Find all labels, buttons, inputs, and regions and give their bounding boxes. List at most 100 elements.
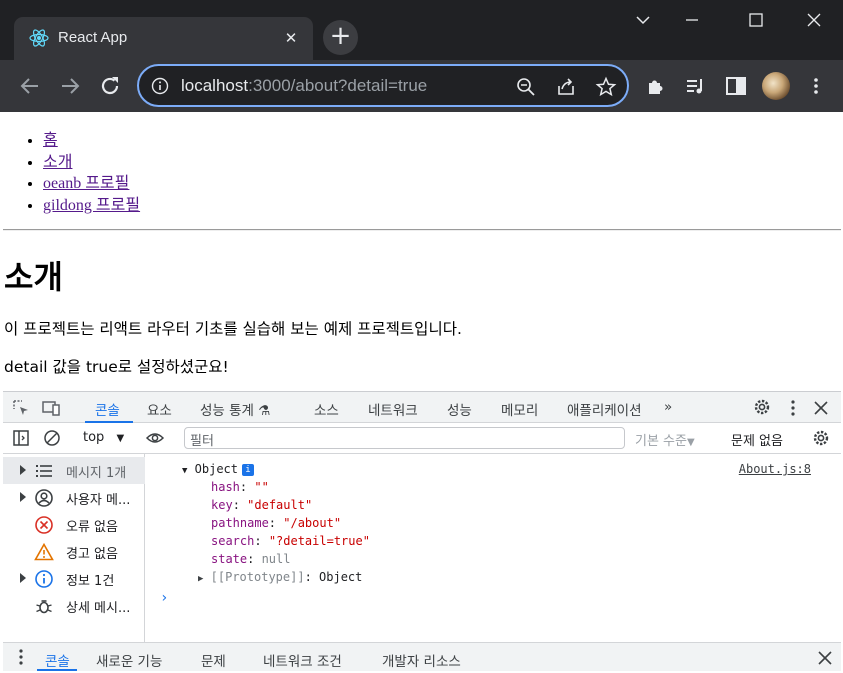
collapse-arrow-icon[interactable]: ▼	[182, 466, 187, 476]
drawer-tab-console[interactable]: 콘솔	[45, 650, 70, 670]
log-field-row: pathname: "/about"	[211, 516, 341, 530]
sidebar-item-label: 사용자 메...	[66, 493, 131, 508]
issues-button[interactable]: 문제 없음	[731, 430, 783, 449]
settings-gear-icon[interactable]	[752, 397, 772, 417]
live-expression-eye-icon[interactable]	[145, 428, 165, 448]
drawer-tab-developer-resources[interactable]: 개발자 리소스	[382, 650, 461, 670]
field-key: hash	[211, 480, 240, 494]
devtools-menu-icon[interactable]	[783, 398, 803, 418]
chevron-down-icon[interactable]	[628, 8, 658, 32]
clear-console-icon[interactable]	[42, 428, 62, 448]
field-key: search	[211, 534, 255, 548]
extensions-icon[interactable]	[644, 74, 668, 98]
media-queue-icon[interactable]	[684, 74, 708, 98]
browser-toolbar: localhost:3000/about?detail=true	[0, 60, 843, 112]
browser-titlebar: React App ✕ +	[0, 0, 843, 61]
intro-text: 이 프로젝트는 리액트 라우터 기초를 실습해 보는 예제 프로젝트입니다.	[4, 320, 462, 338]
dropdown-arrow-icon: ▼	[116, 433, 125, 444]
log-levels-select[interactable]: 기본 수준▼	[635, 430, 695, 449]
sidebar-item-verbose[interactable]: 상세 메시...	[3, 592, 145, 619]
field-key: pathname	[211, 516, 269, 530]
expand-arrow-icon[interactable]	[18, 464, 28, 476]
log-object-label: Object	[194, 462, 239, 476]
nav-link-profile-gildong[interactable]: gildong 프로필	[43, 197, 140, 214]
sidebar-item-label: 정보 1건	[66, 574, 115, 589]
context-select-value: top	[83, 430, 105, 445]
devtools-drawer-tabbar: 콘솔 새로운 기능 문제 네트워크 조건 개발자 리소스	[3, 642, 841, 671]
log-source-link[interactable]: About.js:8	[739, 462, 811, 476]
address-bar[interactable]: localhost:3000/about?detail=true	[137, 64, 629, 107]
log-field-row: key: "default"	[211, 498, 312, 512]
field-value: "/about"	[283, 516, 342, 530]
minimize-icon[interactable]	[677, 8, 707, 32]
field-value: ""	[254, 480, 269, 494]
log-field-row: hash: ""	[211, 480, 269, 494]
expand-arrow-icon[interactable]	[18, 491, 28, 503]
field-key: state	[211, 552, 248, 566]
drawer-close-icon[interactable]	[815, 648, 835, 668]
field-sep: :	[304, 570, 320, 584]
console-settings-gear-icon[interactable]	[811, 428, 831, 448]
tab-network[interactable]: 네트워크	[368, 399, 418, 419]
sidebar-item-label: 메시지 1개	[66, 466, 127, 481]
devtools-close-icon[interactable]	[811, 398, 831, 418]
console-output: ▼ Object i About.js:8 hash: "" key: "defa…	[146, 454, 841, 642]
maximize-icon[interactable]	[741, 8, 771, 32]
detail-message: detail 값을 true로 설정하셨군요!	[4, 358, 229, 376]
close-icon[interactable]: ✕	[281, 28, 301, 48]
sidebar-item-messages[interactable]: 메시지 1개	[3, 457, 145, 484]
info-icon	[35, 570, 53, 588]
drawer-tab-issues[interactable]: 문제	[201, 650, 226, 670]
console-filter-input[interactable]: 필터	[184, 427, 625, 449]
tab-performance[interactable]: 성능	[447, 399, 472, 419]
tab-console[interactable]: 콘솔	[95, 399, 120, 419]
sidebar-toggle-icon[interactable]	[11, 428, 31, 448]
context-select[interactable]: top ▼	[83, 430, 124, 445]
reload-icon[interactable]	[97, 73, 123, 99]
log-object-header[interactable]: ▼ Object i	[182, 462, 255, 476]
user-icon	[35, 489, 53, 507]
device-toolbar-icon[interactable]	[41, 398, 61, 418]
browser-tab[interactable]: React App ✕	[14, 17, 313, 61]
log-prototype-row[interactable]: ▶ [[Prototype]]: Object	[198, 570, 362, 584]
react-icon	[29, 29, 49, 47]
forward-icon[interactable]	[57, 73, 83, 99]
sidebar-item-errors[interactable]: 오류 없음	[3, 511, 145, 538]
drawer-tab-whats-new[interactable]: 새로운 기능	[96, 650, 162, 670]
new-tab-button[interactable]: +	[323, 20, 358, 55]
drawer-tab-network-conditions[interactable]: 네트워크 조건	[263, 650, 342, 670]
zoom-icon[interactable]	[515, 76, 537, 98]
nav-link-about[interactable]: 소개	[43, 154, 72, 171]
menu-dots-icon[interactable]	[804, 74, 828, 98]
nav-link-profile-oeanb[interactable]: oeanb 프로필	[43, 175, 129, 192]
expand-arrow-icon[interactable]: ▶	[198, 574, 203, 584]
nav-item: gildong 프로필	[43, 195, 140, 217]
more-tabs-icon[interactable]: »	[664, 399, 672, 415]
sidebar-item-user-messages[interactable]: 사용자 메...	[3, 484, 145, 511]
tab-elements[interactable]: 요소	[147, 399, 172, 419]
console-prompt-icon[interactable]: ›	[160, 590, 168, 606]
tab-performance-insights[interactable]: 성능 통계 ⚗	[200, 399, 270, 419]
inspect-element-icon[interactable]	[11, 398, 31, 418]
profile-avatar[interactable]	[762, 72, 790, 100]
nav-link-home[interactable]: 홈	[43, 132, 58, 149]
console-toolbar: top ▼ 필터 기본 수준▼ 문제 없음	[3, 423, 841, 454]
warning-icon	[34, 542, 54, 561]
back-icon[interactable]	[17, 73, 43, 99]
window-close-icon[interactable]	[799, 8, 829, 32]
site-info-icon[interactable]	[151, 77, 169, 95]
share-icon[interactable]	[555, 76, 577, 98]
sidebar-item-info[interactable]: 정보 1건	[3, 565, 145, 592]
nav-item: 소개	[43, 152, 140, 174]
side-panel-icon[interactable]	[724, 74, 748, 98]
field-value: "default"	[247, 498, 313, 512]
drawer-menu-icon[interactable]	[11, 647, 31, 667]
tab-sources[interactable]: 소스	[314, 399, 339, 419]
bookmark-star-icon[interactable]	[595, 76, 617, 98]
info-badge-icon[interactable]: i	[242, 464, 255, 476]
sidebar-item-warnings[interactable]: 경고 없음	[3, 538, 145, 565]
url-text[interactable]: localhost:3000/about?detail=true	[181, 76, 427, 96]
expand-arrow-icon[interactable]	[18, 572, 28, 584]
tab-memory[interactable]: 메모리	[501, 399, 538, 419]
tab-application[interactable]: 애플리케이션	[567, 399, 642, 419]
